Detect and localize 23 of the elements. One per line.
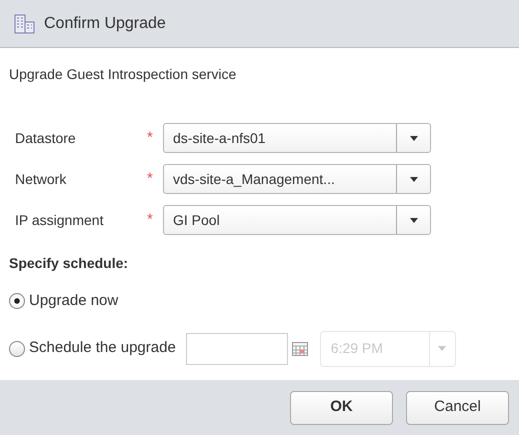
dialog-description: Upgrade Guest Introspection service xyxy=(9,65,238,84)
caret-icon xyxy=(410,176,418,182)
caret-icon xyxy=(410,218,418,222)
caret-icon xyxy=(438,346,446,351)
window-title: Confirm Upgrade xyxy=(44,14,166,34)
section-heading: Specify schedule: xyxy=(9,254,130,273)
calendar-icon[interactable] xyxy=(292,342,308,356)
cancel-button[interactable]: Cancel xyxy=(406,390,509,424)
required-mark: * xyxy=(147,128,153,148)
caret-icon xyxy=(410,136,418,140)
building-icon xyxy=(14,14,36,34)
required-mark: * xyxy=(147,168,153,189)
ok-button[interactable]: OK xyxy=(290,390,393,424)
field-label: Network xyxy=(15,170,68,188)
dropdown-field[interactable]: GI Pool xyxy=(163,205,431,235)
radio-option[interactable]: Schedule the upgrade xyxy=(9,337,176,360)
date-field[interactable] xyxy=(186,332,288,364)
dropdown-field[interactable]: vds-site-a_Management... xyxy=(163,164,431,194)
field-label: IP assignment xyxy=(15,210,104,230)
field-label: Datastore xyxy=(15,128,77,148)
radio-option[interactable]: Upgrade now xyxy=(9,290,118,312)
required-mark: * xyxy=(147,210,153,230)
dropdown-field[interactable]: ds-site-a-nfs01 xyxy=(163,123,431,153)
